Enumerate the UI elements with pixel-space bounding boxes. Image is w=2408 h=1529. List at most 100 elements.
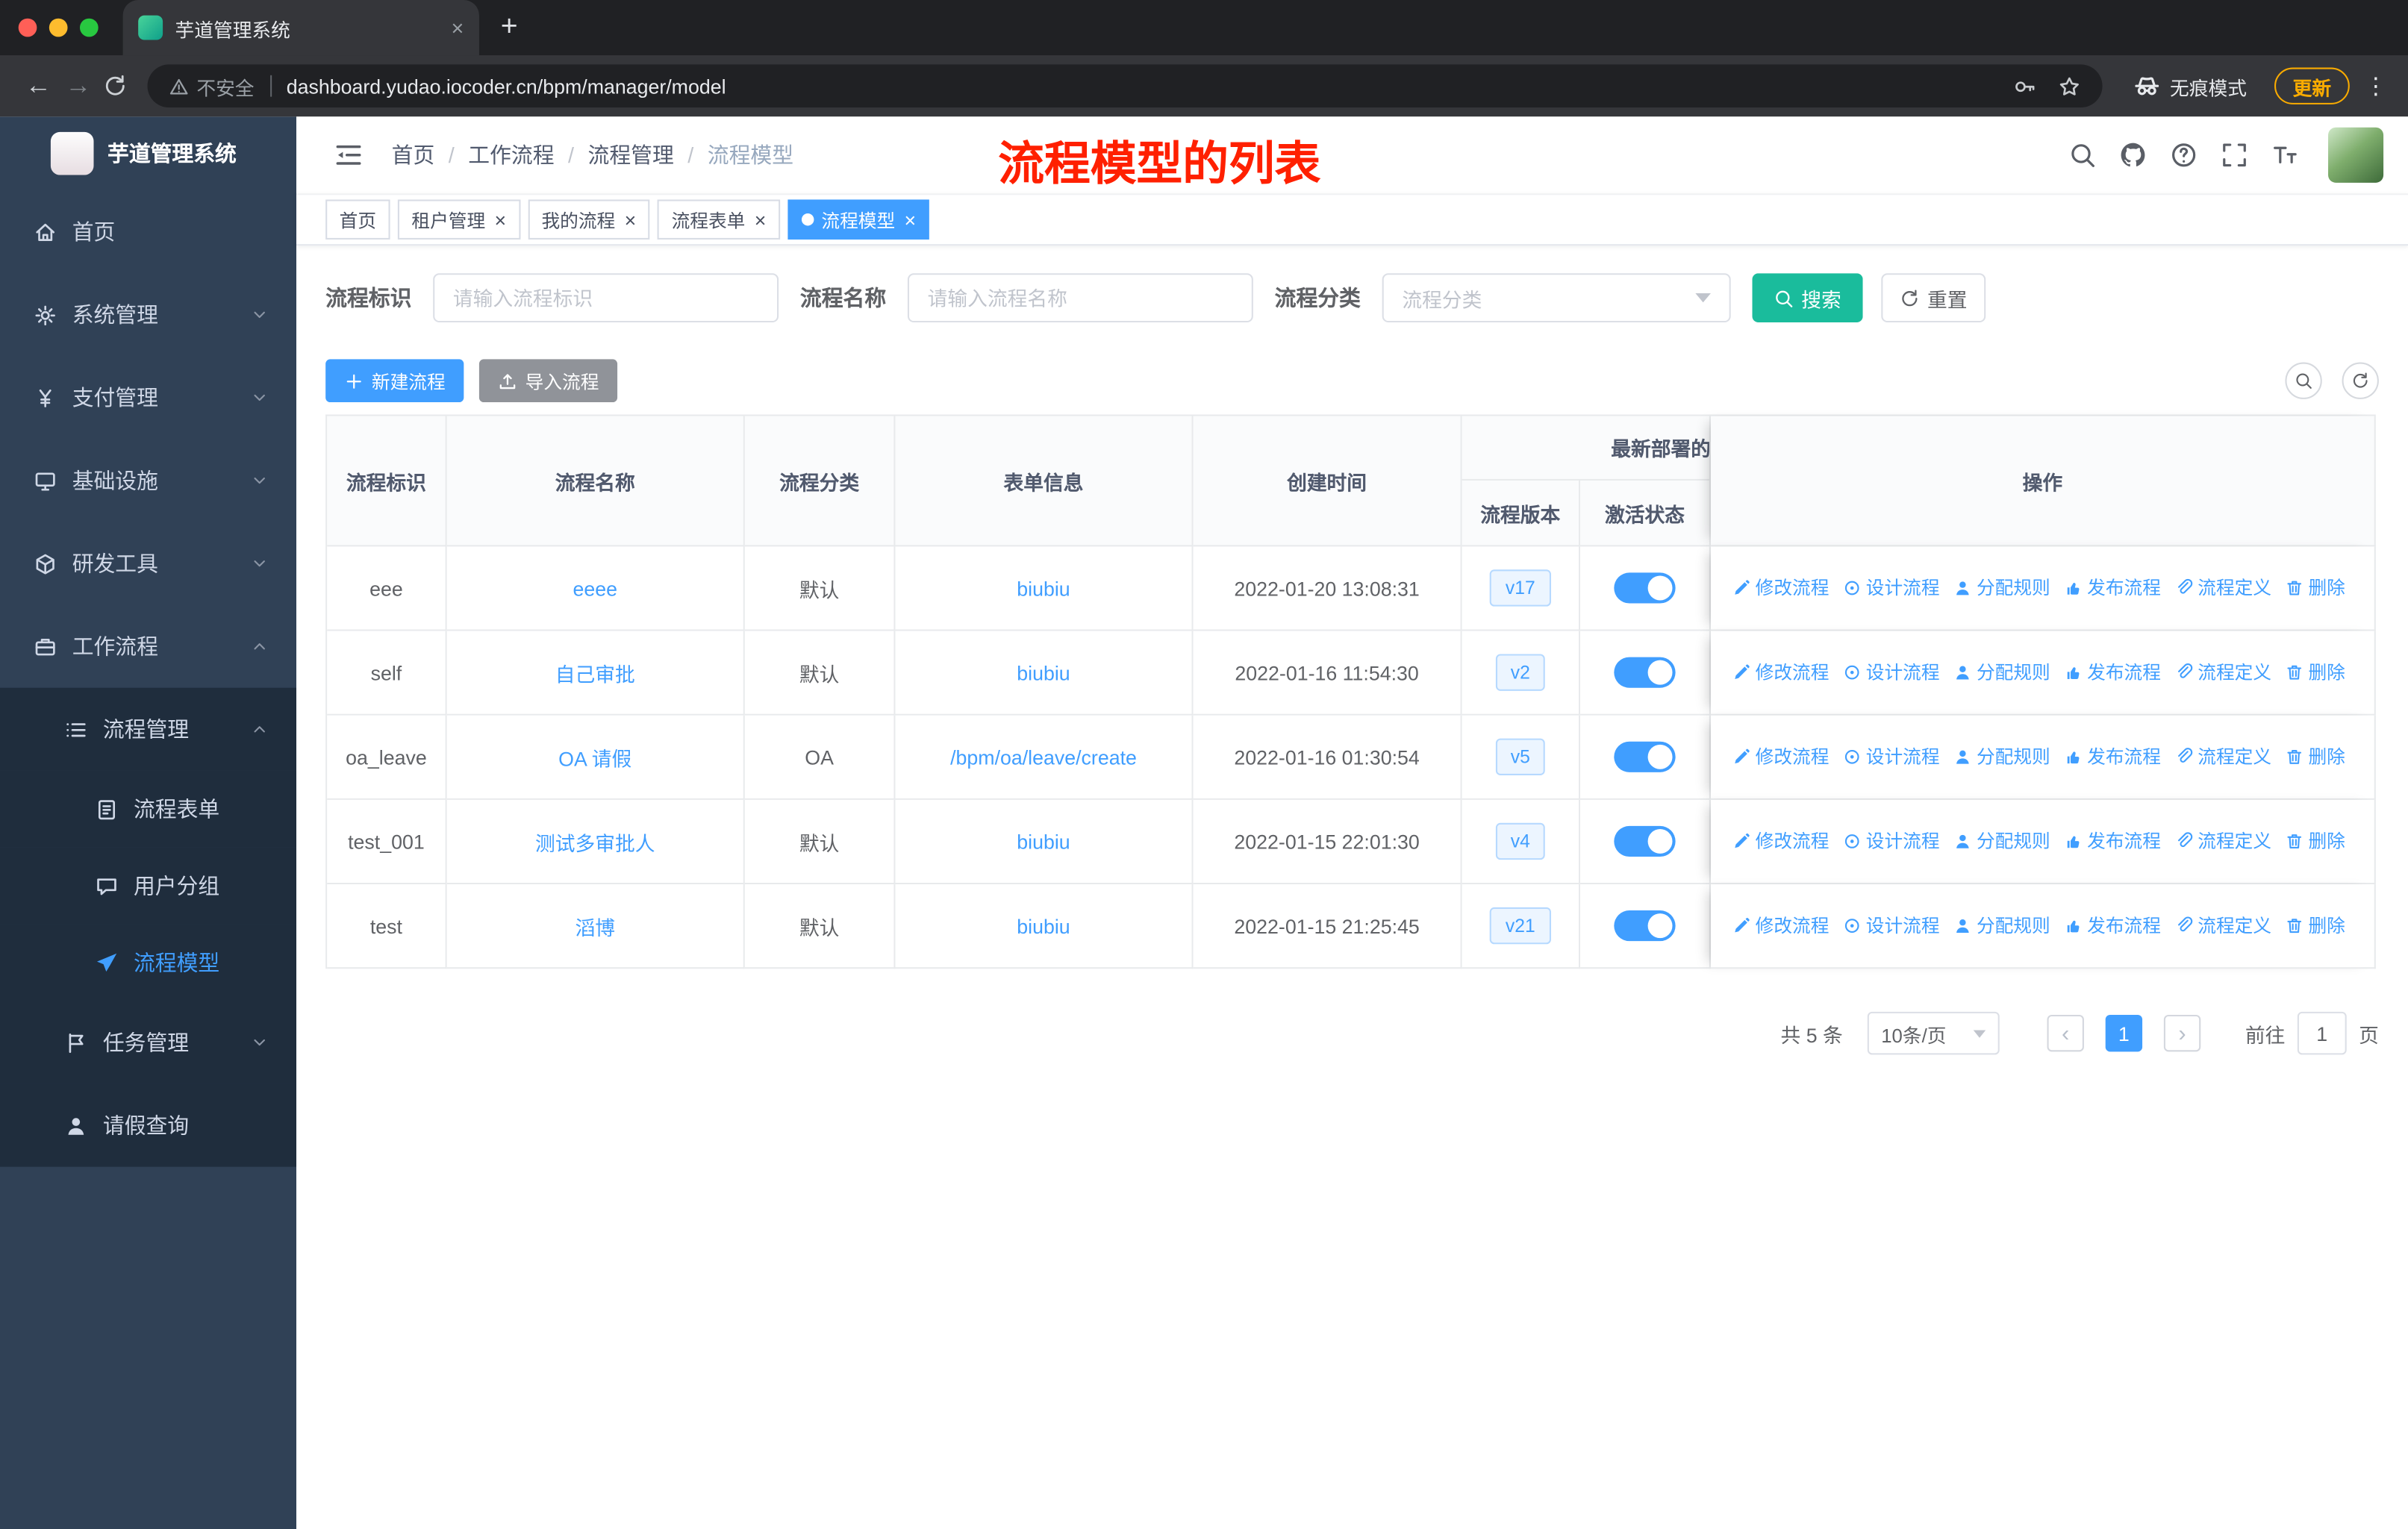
prev-page-button[interactable]: ‹ (2047, 1014, 2084, 1052)
sidebar-item-infra[interactable]: 基础设施 (0, 439, 296, 522)
close-icon[interactable]: × (905, 210, 917, 230)
action-definition-link[interactable]: 流程定义 (2174, 828, 2271, 854)
action-publish-link[interactable]: 发布流程 (2064, 828, 2161, 854)
sidebar-item-leave-query[interactable]: 请假查询 (0, 1084, 297, 1167)
action-design-link[interactable]: 设计流程 (1843, 913, 1940, 939)
search-icon[interactable] (2068, 141, 2096, 169)
tab-tag-5[interactable]: 流程模型 × (787, 199, 930, 240)
toggle-search-button[interactable] (2285, 362, 2322, 399)
action-delete-link[interactable]: 删除 (2286, 743, 2345, 769)
search-button[interactable]: 搜索 (1752, 273, 1863, 323)
sidebar-item-user-group[interactable]: 用户分组 (0, 847, 297, 925)
process-name-link[interactable]: 自己审批 (555, 663, 635, 686)
action-design-link[interactable]: 设计流程 (1843, 659, 1940, 685)
fullscreen-icon[interactable] (2221, 141, 2248, 169)
process-key-input[interactable] (433, 273, 779, 323)
action-definition-link[interactable]: 流程定义 (2174, 659, 2271, 685)
sidebar-item-task-mgmt[interactable]: 任务管理 (0, 1001, 297, 1084)
category-select[interactable]: 流程分类 (1382, 273, 1731, 323)
sidebar-item-workflow[interactable]: 工作流程 (0, 605, 296, 688)
security-chip[interactable]: 不安全 (169, 72, 255, 101)
action-modify-link[interactable]: 修改流程 (1732, 828, 1829, 854)
process-name-link[interactable]: 滔博 (575, 916, 615, 939)
breadcrumb-item[interactable]: 流程管理 (588, 140, 674, 170)
back-icon[interactable]: ← (19, 64, 58, 107)
action-publish-link[interactable]: 发布流程 (2064, 575, 2161, 601)
next-page-button[interactable]: › (2163, 1014, 2201, 1052)
new-tab-button[interactable]: + (501, 10, 518, 44)
action-publish-link[interactable]: 发布流程 (2064, 743, 2161, 769)
close-icon[interactable]: × (755, 210, 767, 230)
window-zoom-button[interactable] (79, 18, 99, 37)
window-close-button[interactable] (18, 18, 37, 37)
action-assign-link[interactable]: 分配规则 (1953, 913, 2050, 939)
close-icon[interactable]: × (495, 210, 507, 230)
action-definition-link[interactable]: 流程定义 (2174, 913, 2271, 939)
active-toggle[interactable] (1614, 572, 1676, 604)
password-key-icon[interactable] (2013, 75, 2036, 98)
action-design-link[interactable]: 设计流程 (1843, 743, 1940, 769)
action-delete-link[interactable]: 删除 (2286, 828, 2345, 854)
breadcrumb-item[interactable]: 工作流程 (468, 140, 554, 170)
action-assign-link[interactable]: 分配规则 (1953, 659, 2050, 685)
action-design-link[interactable]: 设计流程 (1843, 575, 1940, 601)
active-toggle[interactable] (1614, 741, 1676, 772)
action-assign-link[interactable]: 分配规则 (1953, 828, 2050, 854)
action-delete-link[interactable]: 删除 (2286, 659, 2345, 685)
tab-close-icon[interactable]: × (451, 16, 464, 40)
process-name-link[interactable]: eeee (573, 577, 617, 600)
font-size-icon[interactable] (2271, 141, 2299, 169)
action-delete-link[interactable]: 删除 (2286, 913, 2345, 939)
page-size-select[interactable]: 10条/页 (1867, 1011, 2000, 1055)
sidebar-item-process-mgmt[interactable]: 流程管理 (0, 687, 297, 771)
browser-menu-icon[interactable]: ⋮ (2362, 72, 2389, 100)
active-toggle[interactable] (1614, 657, 1676, 688)
tab-tag-2[interactable]: 租户管理 × (397, 199, 520, 240)
page-number-1[interactable]: 1 (2105, 1014, 2143, 1052)
user-avatar[interactable] (2328, 127, 2384, 183)
close-icon[interactable]: × (625, 210, 637, 230)
hamburger-icon[interactable] (333, 140, 364, 170)
bookmark-star-icon[interactable] (2058, 75, 2081, 98)
process-name-link[interactable]: 测试多审批人 (535, 831, 655, 854)
create-process-button[interactable]: 新建流程 (325, 359, 464, 403)
sidebar-item-home[interactable]: 首页 (0, 190, 296, 273)
form-info-link[interactable]: biubiu (1017, 830, 1070, 853)
action-modify-link[interactable]: 修改流程 (1732, 659, 1829, 685)
action-assign-link[interactable]: 分配规则 (1953, 743, 2050, 769)
address-bar[interactable]: 不安全 dashboard.yudao.iocoder.cn/bpm/manag… (147, 64, 2103, 108)
sidebar-item-process-form[interactable]: 流程表单 (0, 770, 297, 848)
sidebar-item-system[interactable]: 系统管理 (0, 273, 296, 356)
reload-icon[interactable] (99, 74, 132, 99)
action-assign-link[interactable]: 分配规则 (1953, 575, 2050, 601)
form-info-link[interactable]: biubiu (1017, 577, 1070, 600)
action-definition-link[interactable]: 流程定义 (2174, 743, 2271, 769)
action-definition-link[interactable]: 流程定义 (2174, 575, 2271, 601)
action-modify-link[interactable]: 修改流程 (1732, 913, 1829, 939)
process-name-input[interactable] (907, 273, 1253, 323)
active-toggle[interactable] (1614, 910, 1676, 942)
sidebar-item-payment[interactable]: 支付管理 (0, 356, 296, 439)
forward-icon[interactable]: → (58, 64, 98, 107)
active-toggle[interactable] (1614, 825, 1676, 857)
action-modify-link[interactable]: 修改流程 (1732, 575, 1829, 601)
github-icon[interactable] (2119, 141, 2147, 169)
window-minimize-button[interactable] (49, 18, 68, 37)
form-info-link[interactable]: biubiu (1017, 914, 1070, 937)
tab-tag-4[interactable]: 流程表单 × (658, 199, 780, 240)
breadcrumb-item[interactable]: 首页 (392, 140, 435, 170)
action-design-link[interactable]: 设计流程 (1843, 828, 1940, 854)
browser-tab[interactable]: 芋道管理系统 × (122, 0, 479, 56)
process-name-link[interactable]: OA 请假 (558, 747, 631, 770)
help-icon[interactable] (2170, 141, 2198, 169)
sidebar-item-devtools[interactable]: 研发工具 (0, 522, 296, 605)
form-info-link[interactable]: /bpm/oa/leave/create (950, 745, 1137, 769)
action-modify-link[interactable]: 修改流程 (1732, 743, 1829, 769)
update-button[interactable]: 更新 (2274, 67, 2350, 104)
action-publish-link[interactable]: 发布流程 (2064, 659, 2161, 685)
form-info-link[interactable]: biubiu (1017, 661, 1070, 684)
action-delete-link[interactable]: 删除 (2286, 575, 2345, 601)
action-publish-link[interactable]: 发布流程 (2064, 913, 2161, 939)
tab-tag-3[interactable]: 我的流程 × (527, 199, 650, 240)
tab-tag-1[interactable]: 首页 (325, 199, 390, 240)
